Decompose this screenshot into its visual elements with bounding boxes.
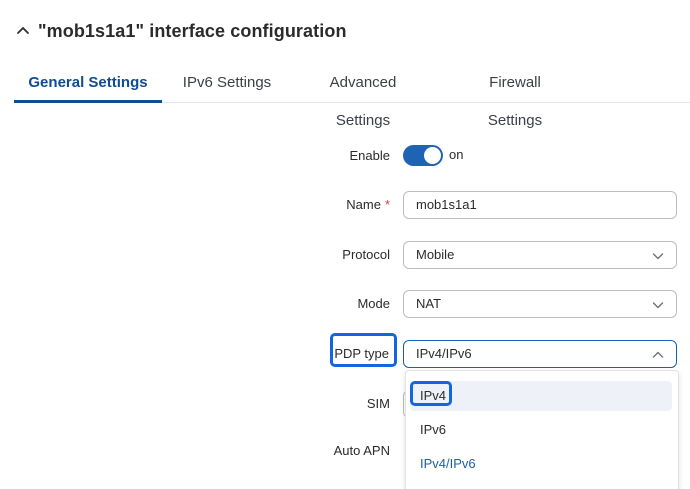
tab-advanced-settings[interactable]: Advanced Settings: [303, 64, 423, 129]
enable-toggle[interactable]: [403, 145, 443, 166]
mode-select-value: NAT: [416, 296, 442, 311]
name-input-value: mob1s1a1: [416, 197, 477, 212]
chevron-down-icon: [652, 302, 664, 309]
ipv4-option-highlight: [410, 381, 452, 406]
sim-label: SIM: [366, 396, 390, 411]
mode-label: Mode: [357, 296, 390, 311]
toggle-knob: [424, 147, 441, 164]
name-input[interactable]: mob1s1a1: [403, 191, 677, 219]
tab-firewall-settings[interactable]: Firewall Settings: [460, 64, 570, 129]
name-label: Name *: [240, 197, 390, 212]
pdp-type-select-value: IPv4/IPv6: [416, 346, 472, 361]
required-marker: *: [384, 197, 390, 212]
page-title: "mob1s1a1" interface configuration: [38, 20, 347, 41]
protocol-select-value: Mobile: [416, 247, 455, 262]
protocol-select[interactable]: Mobile: [403, 241, 677, 269]
pdp-option-ipv4-ipv6[interactable]: IPv4/IPv6: [410, 449, 672, 479]
pdp-type-select[interactable]: IPv4/IPv6: [403, 340, 677, 368]
chevron-down-icon: [652, 253, 664, 260]
tab-ipv6-settings[interactable]: IPv6 Settings: [177, 64, 277, 102]
mode-select[interactable]: NAT: [403, 290, 677, 318]
chevron-up-icon[interactable]: [14, 22, 32, 40]
pdp-type-label: PDP type: [334, 346, 389, 361]
tab-bar: General Settings IPv6 Settings Advanced …: [14, 64, 690, 129]
pdp-option-ipv6[interactable]: IPv6: [410, 415, 672, 445]
chevron-up-icon: [652, 351, 664, 358]
auto-apn-label: Auto APN: [333, 443, 390, 458]
enable-state-text: on: [449, 147, 464, 162]
protocol-label: Protocol: [342, 247, 390, 262]
enable-label: Enable: [349, 148, 390, 163]
section-header[interactable]: "mob1s1a1" interface configuration: [14, 18, 347, 44]
name-label-text: Name: [346, 197, 381, 212]
tab-general-settings[interactable]: General Settings: [14, 64, 162, 103]
